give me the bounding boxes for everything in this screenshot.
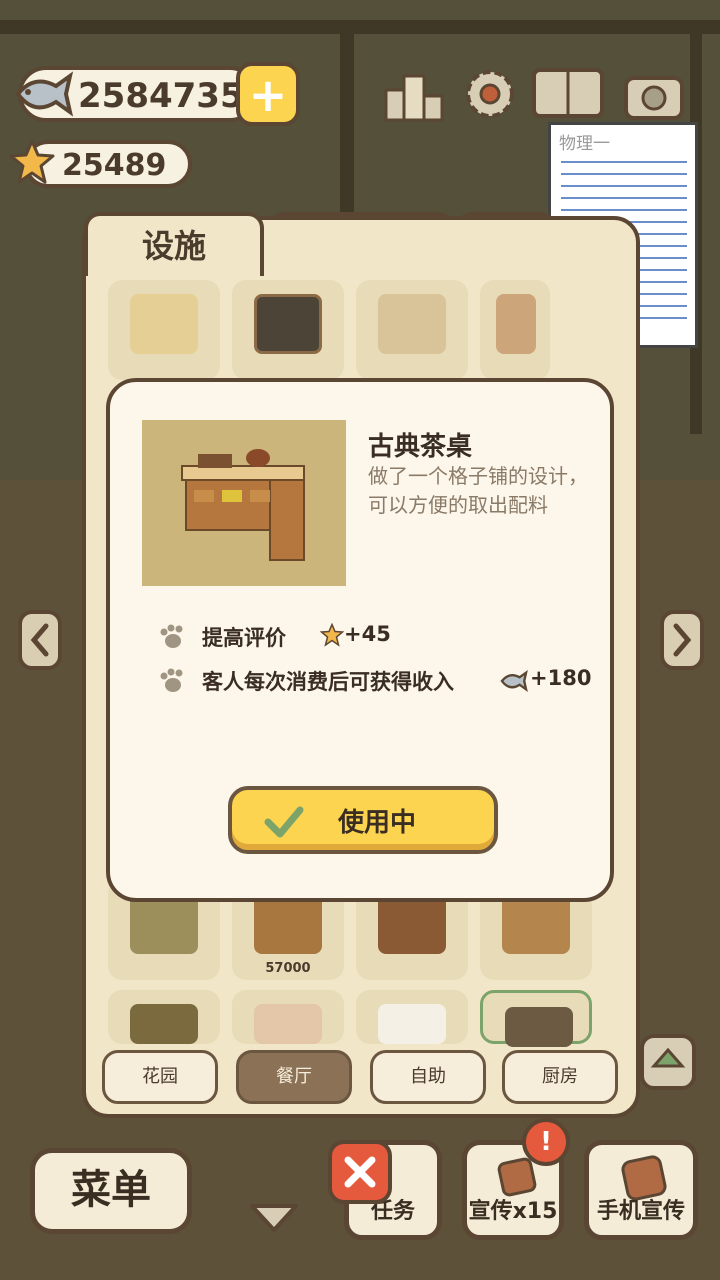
item-thumbnail: [254, 894, 322, 954]
tab-facility[interactable]: 设施: [84, 212, 264, 276]
item-thumbnail: [378, 1004, 446, 1044]
facility-item[interactable]: [108, 990, 220, 1044]
facility-item[interactable]: [232, 990, 344, 1044]
fish-icon: [12, 66, 76, 122]
facility-item-selected[interactable]: [480, 990, 592, 1047]
item-thumbnail: [378, 294, 446, 354]
check-icon: [264, 806, 304, 838]
item-thumbnail: [130, 294, 198, 354]
stat-label: 提高评价: [202, 626, 286, 650]
plus-icon: +: [248, 68, 288, 122]
stat-income: 客人每次消费后可获得收入 +180: [158, 664, 598, 698]
facility-item[interactable]: [356, 990, 468, 1044]
facility-item[interactable]: [356, 280, 468, 380]
gear-icon[interactable]: [458, 64, 522, 124]
item-thumbnail: [130, 894, 198, 954]
star-count: 25489: [62, 148, 167, 183]
stat-label: 客人每次消费后可获得收入: [202, 670, 454, 694]
in-use-button[interactable]: 使用中: [228, 786, 498, 854]
item-price: 57000: [265, 961, 311, 976]
promote-label: 宣传x15: [468, 1199, 558, 1224]
category-restaurant[interactable]: 餐厅: [236, 1050, 352, 1104]
category-self-service[interactable]: 自助: [370, 1050, 486, 1104]
facility-item[interactable]: [480, 280, 550, 380]
item-description: 做了一个格子铺的设计，可以方便的取出配料: [368, 464, 588, 517]
facility-item[interactable]: [108, 280, 220, 380]
add-fish-button[interactable]: +: [236, 62, 300, 126]
chevron-down-icon[interactable]: [246, 1198, 302, 1238]
menu-button[interactable]: 菜单: [30, 1148, 192, 1234]
prev-arrow-button[interactable]: [18, 610, 62, 670]
stat-value: +45: [344, 622, 391, 646]
stat-value: +180: [530, 666, 592, 690]
item-preview-image: [142, 420, 346, 586]
in-use-label: 使用中: [338, 808, 417, 838]
paw-icon: [158, 668, 188, 694]
item-detail-dialog: 古典茶桌 做了一个格子铺的设计，可以方便的取出配料 提高评价 +45 客人每次消…: [106, 378, 614, 902]
item-thumbnail: [254, 1004, 322, 1044]
category-kitchen[interactable]: 厨房: [502, 1050, 618, 1104]
up-arrow-icon[interactable]: [640, 1034, 696, 1090]
stat-rating: 提高评价 +45: [158, 620, 418, 654]
phone-promote-label: 手机宣传: [596, 1199, 685, 1224]
close-icon: [344, 1156, 376, 1188]
facility-item[interactable]: [232, 280, 344, 380]
item-thumbnail: [254, 294, 322, 354]
alert-badge-icon: !: [522, 1118, 570, 1166]
album-icon[interactable]: [530, 64, 606, 124]
fish-icon: [498, 668, 530, 699]
next-arrow-button[interactable]: [660, 610, 704, 670]
phone-promote-button[interactable]: 手机宣传: [584, 1140, 698, 1240]
camera-icon[interactable]: [622, 64, 686, 124]
star-icon: [319, 622, 345, 647]
ranking-icon[interactable]: [382, 64, 446, 124]
item-thumbnail: [378, 894, 446, 954]
item-name: 古典茶桌: [368, 432, 473, 462]
item-thumbnail: [502, 894, 570, 954]
fish-count: 2584735: [78, 76, 244, 116]
item-thumbnail: [130, 1004, 198, 1044]
close-button[interactable]: [328, 1140, 392, 1204]
item-thumbnail: [505, 1007, 573, 1047]
star-icon: [8, 138, 56, 186]
paw-icon: [158, 624, 188, 650]
item-thumbnail: [496, 294, 536, 354]
category-garden[interactable]: 花园: [102, 1050, 218, 1104]
